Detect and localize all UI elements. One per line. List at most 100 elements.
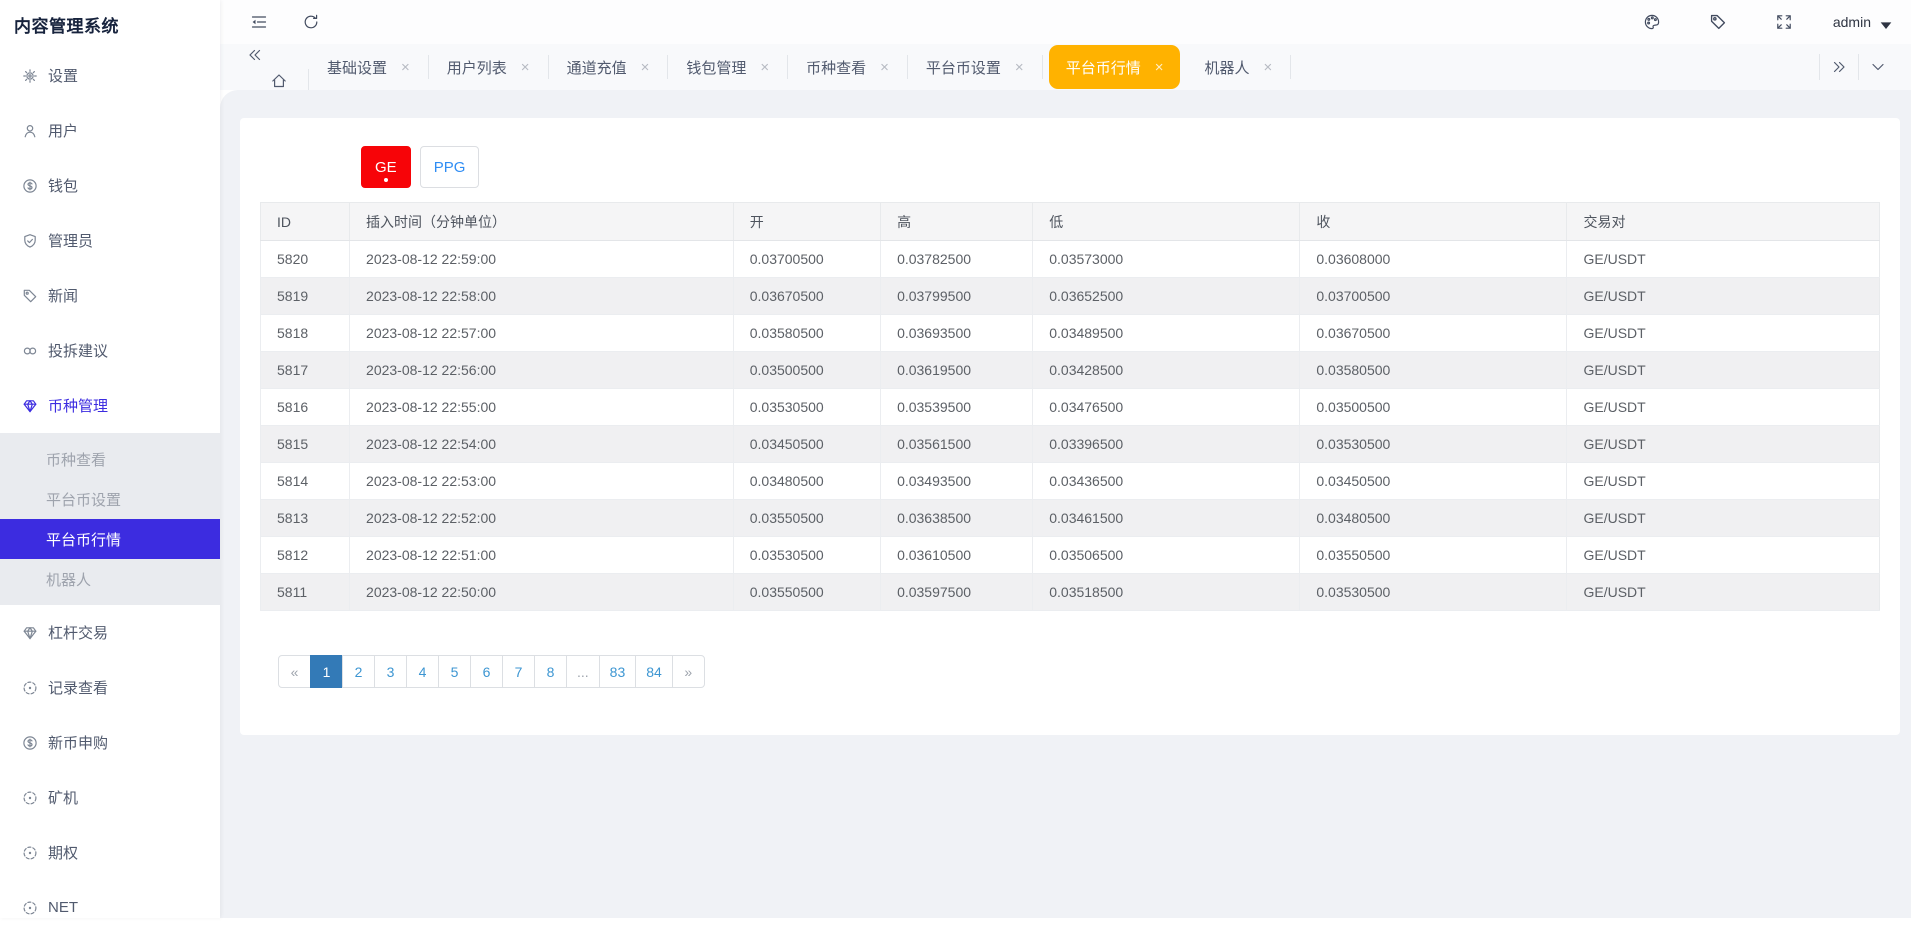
open-tabs: 基础设置×用户列表×通道充值×钱包管理×币种查看×平台币设置×平台币行情×机器人…: [309, 45, 1291, 89]
table-cell: GE/USDT: [1567, 463, 1880, 500]
page-button[interactable]: 83: [599, 655, 637, 688]
table-cell: 5814: [261, 463, 350, 500]
sidebar-item[interactable]: 管理员: [0, 213, 220, 268]
table-cell: 0.03610500: [881, 537, 1033, 574]
sidebar-item[interactable]: NET: [0, 880, 220, 935]
tab-label: 平台币行情: [1066, 57, 1141, 78]
table-cell: GE/USDT: [1567, 426, 1880, 463]
tab-item[interactable]: 平台币设置×: [908, 55, 1043, 79]
column-header: ID: [261, 203, 350, 241]
header-right-actions: admin: [1599, 9, 1889, 36]
table-cell: 0.03550500: [1300, 537, 1567, 574]
chevrons-right-button[interactable]: [1819, 54, 1858, 80]
table-cell: GE/USDT: [1567, 315, 1880, 352]
user-menu[interactable]: admin: [1833, 14, 1889, 30]
collapse-menu-button[interactable]: [246, 9, 272, 35]
content-area: GEPPG ID插入时间（分钟单位）开高低收交易对 58202023-08-12…: [220, 90, 1911, 918]
pagination: «12345678...8384»: [278, 655, 705, 688]
close-icon[interactable]: ×: [1015, 60, 1024, 75]
close-icon[interactable]: ×: [401, 60, 410, 75]
app-title: 内容管理系统: [0, 0, 220, 48]
page-button[interactable]: 2: [342, 655, 375, 688]
chevrons-right-icon: [1830, 58, 1848, 76]
sidebar-item[interactable]: 期权: [0, 825, 220, 880]
close-icon[interactable]: ×: [1263, 60, 1272, 75]
tag-button[interactable]: [1705, 9, 1731, 35]
close-icon[interactable]: ×: [760, 60, 769, 75]
tab-item[interactable]: 钱包管理×: [668, 55, 788, 79]
table-cell: GE/USDT: [1567, 241, 1880, 278]
table-row: 58112023-08-12 22:50:000.035505000.03597…: [261, 574, 1880, 611]
table-cell: 0.03530500: [733, 537, 880, 574]
page-button[interactable]: «: [278, 655, 311, 688]
table-cell: 0.03619500: [881, 352, 1033, 389]
close-icon[interactable]: ×: [880, 60, 889, 75]
sidebar-item-label: 期权: [48, 842, 78, 863]
sidebar-subitem[interactable]: 币种查看: [0, 439, 220, 479]
sidebar-item[interactable]: 新闻: [0, 268, 220, 323]
sidebar-item[interactable]: 矿机: [0, 770, 220, 825]
coin-button[interactable]: PPG: [420, 146, 480, 188]
sidebar-item[interactable]: 新币申购: [0, 715, 220, 770]
table-row: 58182023-08-12 22:57:000.035805000.03693…: [261, 315, 1880, 352]
table-cell: 5817: [261, 352, 350, 389]
sidebar-item[interactable]: 设置: [0, 48, 220, 103]
page-button[interactable]: 5: [438, 655, 471, 688]
chevrons-left-button[interactable]: [242, 42, 268, 68]
page-button[interactable]: 7: [502, 655, 535, 688]
table-cell: 0.03428500: [1033, 352, 1300, 389]
table-row: 58142023-08-12 22:53:000.034805000.03493…: [261, 463, 1880, 500]
chevron-down-button[interactable]: [1858, 54, 1897, 80]
table-row: 58132023-08-12 22:52:000.035505000.03638…: [261, 500, 1880, 537]
tab-item[interactable]: 基础设置×: [309, 55, 429, 79]
tab-item[interactable]: 币种查看×: [788, 55, 908, 79]
page-button[interactable]: 6: [470, 655, 503, 688]
home-tab[interactable]: [250, 69, 309, 93]
coin-button[interactable]: GE: [361, 146, 411, 188]
sidebar-subitem[interactable]: 平台币行情: [0, 519, 220, 559]
fullscreen-button[interactable]: [1771, 9, 1797, 35]
table-cell: 0.03493500: [881, 463, 1033, 500]
page-button[interactable]: 3: [374, 655, 407, 688]
sidebar-item[interactable]: 记录查看: [0, 660, 220, 715]
table-cell: 0.03450500: [733, 426, 880, 463]
tab-item[interactable]: 通道充值×: [549, 55, 669, 79]
page-button[interactable]: 4: [406, 655, 439, 688]
top-header: admin: [220, 0, 1911, 44]
page-button[interactable]: 1: [310, 655, 343, 688]
table-cell: 5815: [261, 426, 350, 463]
table-cell: 5820: [261, 241, 350, 278]
table-cell: 0.03518500: [1033, 574, 1300, 611]
sidebar-subitem[interactable]: 平台币设置: [0, 479, 220, 519]
quotes-table: ID插入时间（分钟单位）开高低收交易对 58202023-08-12 22:59…: [260, 202, 1880, 611]
table-cell: 0.03530500: [1300, 426, 1567, 463]
table-cell: 0.03550500: [733, 500, 880, 537]
tab-item[interactable]: 机器人×: [1186, 55, 1291, 79]
close-icon[interactable]: ×: [641, 60, 650, 75]
sidebar-item[interactable]: 钱包: [0, 158, 220, 213]
close-icon[interactable]: ×: [1155, 60, 1164, 75]
home-icon: [270, 72, 288, 90]
table-cell: 0.03608000: [1300, 241, 1567, 278]
table-cell: 0.03530500: [1300, 574, 1567, 611]
page-button[interactable]: »: [672, 655, 705, 688]
palette-button[interactable]: [1639, 9, 1665, 35]
sidebar-item[interactable]: 投拆建议: [0, 323, 220, 378]
page-button[interactable]: 84: [635, 655, 673, 688]
refresh-button[interactable]: [298, 9, 324, 35]
page-button[interactable]: 8: [534, 655, 567, 688]
sidebar-item[interactable]: 杠杆交易: [0, 605, 220, 660]
sidebar-item[interactable]: 币种管理: [0, 378, 220, 433]
table-row: 58152023-08-12 22:54:000.034505000.03561…: [261, 426, 1880, 463]
sidebar-subitem[interactable]: 机器人: [0, 559, 220, 599]
sidebar-item[interactable]: 用户: [0, 103, 220, 158]
page-button[interactable]: ...: [566, 655, 600, 688]
table-cell: 0.03597500: [881, 574, 1033, 611]
tab-active[interactable]: 平台币行情 ×: [1049, 45, 1181, 89]
sidebar-item-label: 记录查看: [48, 677, 108, 698]
sidebar-item-label: 矿机: [48, 787, 78, 808]
table-cell: 0.03436500: [1033, 463, 1300, 500]
close-icon[interactable]: ×: [521, 60, 530, 75]
compass-icon: [22, 680, 38, 696]
tab-item[interactable]: 用户列表×: [429, 55, 549, 79]
